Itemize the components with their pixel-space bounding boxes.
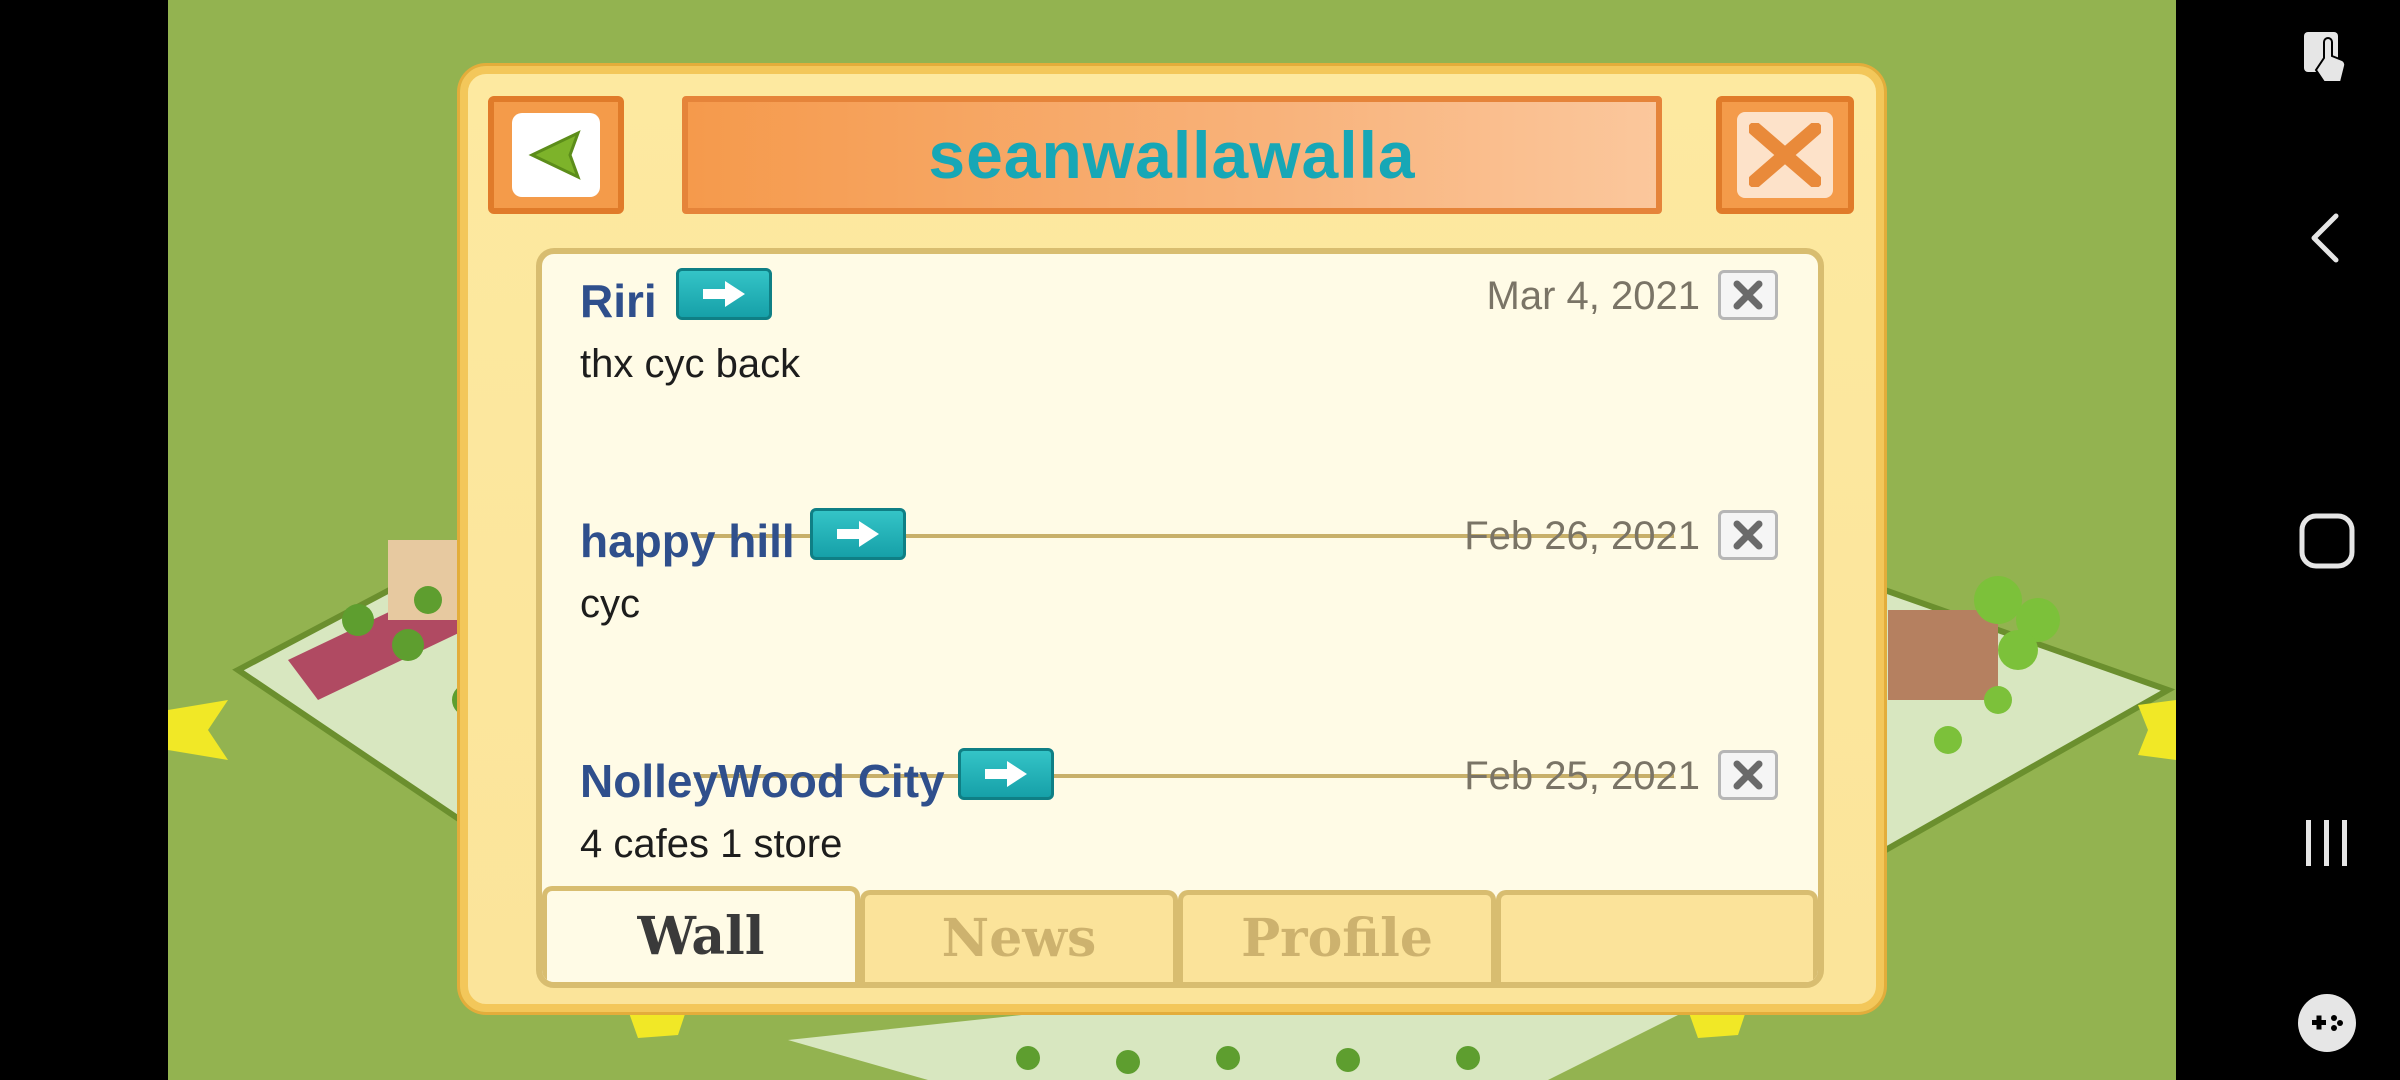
wall-panel: Riri Mar 4, 2021 thx cyc back happy hill [536,248,1824,988]
arrow-right-icon [703,281,745,307]
screen-touch-icon[interactable] [2300,28,2360,90]
home-icon[interactable] [2298,512,2356,570]
delete-x-icon [1733,520,1763,550]
post-list[interactable]: Riri Mar 4, 2021 thx cyc back happy hill [542,254,1818,894]
list-item: Riri Mar 4, 2021 thx cyc back [580,268,1790,394]
delete-post-button[interactable] [1718,270,1778,320]
wall-dialog: seanwallawalla Riri Mar 4, 2021 thx cyc [460,66,1884,1012]
post-author[interactable]: Riri [580,274,657,328]
back-triangle-icon [512,113,600,197]
delete-x-icon [1733,280,1763,310]
page-title: seanwallawalla [928,118,1416,192]
post-message: cyc [580,582,640,626]
back-button[interactable] [488,96,624,214]
back-chevron-icon[interactable] [2306,210,2346,266]
game-tools-icon[interactable] [2296,992,2358,1054]
post-date: Mar 4, 2021 [1486,274,1700,318]
post-date: Feb 25, 2021 [1464,754,1700,798]
visit-city-button[interactable] [958,748,1054,800]
tab-wall[interactable]: Wall [542,886,860,982]
delete-post-button[interactable] [1718,510,1778,560]
tab-news[interactable]: News [860,890,1178,982]
list-item: NolleyWood City Feb 25, 2021 4 cafes 1 s… [580,748,1790,874]
post-author[interactable]: NolleyWood City [580,754,945,808]
tab-bar: Wall News Profile [542,886,1818,982]
post-date: Feb 26, 2021 [1464,514,1700,558]
left-black-bar [0,0,168,1080]
game-world[interactable]: seanwallawalla Riri Mar 4, 2021 thx cyc [168,0,2176,1080]
close-button[interactable] [1716,96,1854,214]
visit-city-button[interactable] [810,508,906,560]
arrow-right-icon [985,761,1027,787]
tab-empty[interactable] [1496,890,1818,982]
list-item: happy hill Feb 26, 2021 cyc [580,508,1790,634]
visit-city-button[interactable] [676,268,772,320]
recent-apps-icon[interactable] [2300,816,2354,870]
arrow-right-icon [837,521,879,547]
tab-profile[interactable]: Profile [1178,890,1496,982]
post-message: 4 cafes 1 store [580,822,843,866]
post-message: thx cyc back [580,342,801,386]
close-x-icon [1737,112,1833,198]
post-author[interactable]: happy hill [580,514,795,568]
system-navigation-bar [2176,0,2400,1080]
title-bar: seanwallawalla [682,96,1662,214]
delete-post-button[interactable] [1718,750,1778,800]
delete-x-icon [1733,760,1763,790]
